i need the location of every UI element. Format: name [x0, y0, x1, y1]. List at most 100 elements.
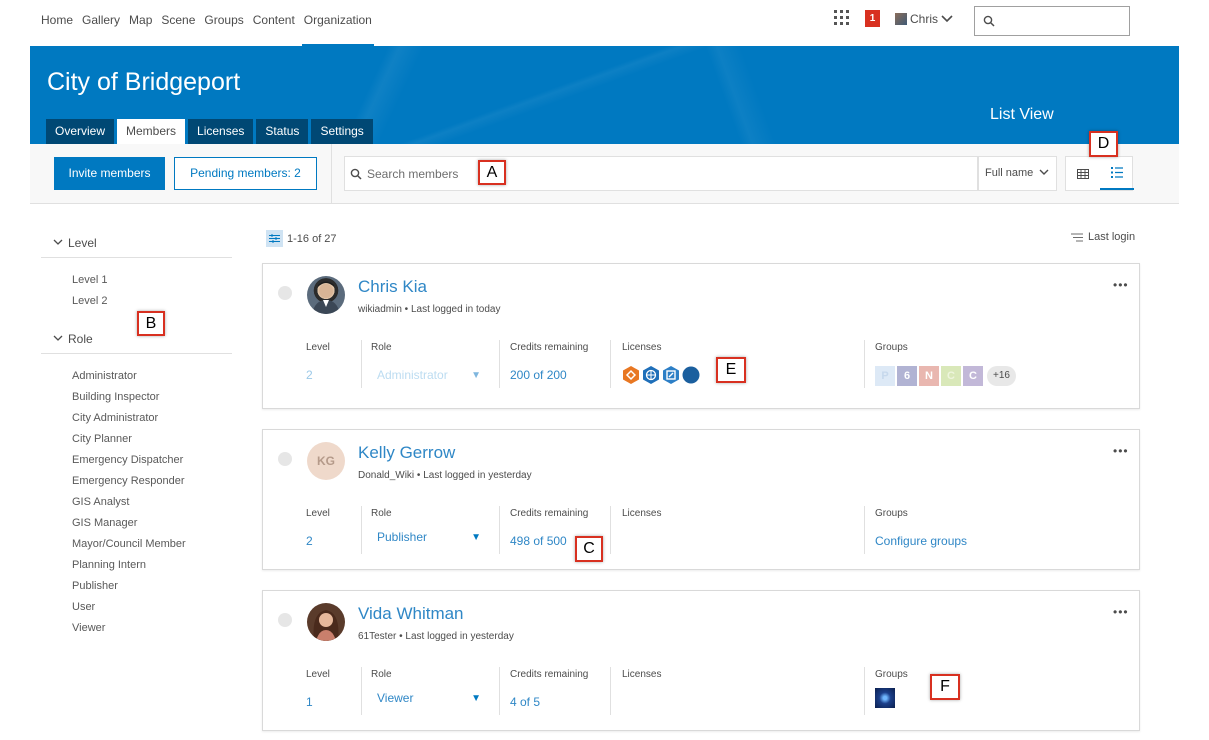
- group-thumbnail[interactable]: C: [941, 366, 961, 386]
- role-select[interactable]: Viewer ▼: [377, 691, 481, 705]
- group-thumbnail[interactable]: 6: [897, 366, 917, 386]
- tab-licenses[interactable]: Licenses: [188, 119, 254, 144]
- role-label: Role: [371, 669, 392, 680]
- org-title: City of Bridgeport: [47, 68, 241, 96]
- group-thumbnail[interactable]: P: [875, 366, 895, 386]
- column-divider: [610, 506, 611, 554]
- level-label: Level: [306, 508, 330, 519]
- field-maps-license-icon[interactable]: [622, 366, 640, 384]
- callout-b: B: [137, 311, 165, 336]
- facet-level-2[interactable]: Level 2: [72, 291, 232, 312]
- tab-settings[interactable]: Settings: [311, 119, 373, 144]
- members-toolbar: Invite members Pending members: 2 Full n…: [30, 144, 1179, 204]
- facet-role[interactable]: Planning Intern: [72, 555, 232, 576]
- configure-groups-link[interactable]: Configure groups: [875, 534, 1115, 548]
- facet-role[interactable]: Publisher: [72, 576, 232, 597]
- member-select-radio[interactable]: [278, 286, 292, 300]
- facet-role[interactable]: GIS Analyst: [72, 492, 232, 513]
- global-search-input[interactable]: [974, 6, 1130, 36]
- facet-role[interactable]: Emergency Dispatcher: [72, 450, 232, 471]
- list-view-button[interactable]: [1100, 157, 1134, 190]
- tab-members[interactable]: Members: [117, 119, 186, 144]
- credits-value[interactable]: 4 of 5: [510, 695, 610, 709]
- member-search-box[interactable]: [344, 156, 978, 191]
- credits-value[interactable]: 200 of 200: [510, 368, 610, 382]
- facet-role[interactable]: GIS Manager: [72, 513, 232, 534]
- member-search-input[interactable]: [367, 164, 567, 184]
- invite-members-button[interactable]: Invite members: [54, 157, 165, 190]
- groups-column: Groups: [875, 669, 1115, 724]
- role-select[interactable]: Publisher ▼: [377, 530, 481, 544]
- member-select-radio[interactable]: [278, 613, 292, 627]
- nav-links: Home Gallery Map Scene Groups Content Or…: [41, 13, 374, 46]
- more-options-icon[interactable]: •••: [1113, 444, 1129, 458]
- table-view-button[interactable]: [1066, 157, 1100, 190]
- nav-content[interactable]: Content: [253, 13, 295, 27]
- chevron-down-icon: [53, 335, 63, 341]
- group-thumbnail[interactable]: C: [963, 366, 983, 386]
- member-subtitle: Donald_Wiki • Last logged in yesterday: [358, 470, 532, 481]
- level-facet-header[interactable]: Level: [41, 228, 232, 258]
- facet-role[interactable]: Viewer: [72, 618, 232, 639]
- level-value: 2: [306, 534, 313, 548]
- app-launcher-icon[interactable]: [834, 10, 850, 26]
- group-thumbnail[interactable]: N: [919, 366, 939, 386]
- nav-organization[interactable]: Organization: [301, 13, 374, 46]
- facet-level-1[interactable]: Level 1: [72, 270, 232, 291]
- facet-role[interactable]: Administrator: [72, 366, 232, 387]
- groups-label: Groups: [875, 508, 908, 519]
- member-name[interactable]: Vida Whitman: [358, 604, 464, 624]
- groups-column: Groups Configure groups: [875, 508, 1115, 563]
- level-column: Level 2: [306, 508, 356, 563]
- member-card: KG Kelly Gerrow Donald_Wiki • Last logge…: [262, 429, 1140, 570]
- collector-license-icon[interactable]: [662, 366, 680, 384]
- nav-groups[interactable]: Groups: [204, 13, 243, 27]
- nav-map[interactable]: Map: [129, 13, 152, 27]
- user-menu[interactable]: Chris: [895, 12, 953, 26]
- credits-label: Credits remaining: [510, 508, 589, 519]
- sort-label: Last login: [1088, 231, 1136, 243]
- nav-home[interactable]: Home: [41, 13, 73, 27]
- search-field-select[interactable]: Full name: [978, 156, 1057, 191]
- member-card: Chris Kia wikiadmin • Last logged in tod…: [262, 263, 1140, 409]
- caret-down-icon: ▼: [471, 692, 481, 704]
- facet-role[interactable]: City Planner: [72, 429, 232, 450]
- nav-gallery[interactable]: Gallery: [82, 13, 120, 27]
- org-tabs: Overview Members Licenses Status Setting…: [46, 119, 373, 144]
- column-divider: [499, 340, 500, 388]
- avatar: KG: [307, 442, 345, 480]
- credits-column: Credits remaining 200 of 200: [510, 342, 610, 397]
- member-name[interactable]: Kelly Gerrow: [358, 443, 455, 463]
- filter-toggle-icon[interactable]: [266, 230, 283, 247]
- callout-e: E: [716, 357, 746, 383]
- sort-button[interactable]: Last login: [1071, 231, 1135, 243]
- more-options-icon[interactable]: •••: [1113, 605, 1129, 619]
- tab-status[interactable]: Status: [256, 119, 309, 144]
- group-thumbnails: P 6 N C C +16: [875, 366, 1115, 386]
- callout-a: A: [478, 160, 506, 185]
- facet-role[interactable]: City Administrator: [72, 408, 232, 429]
- column-divider: [499, 506, 500, 554]
- search-field-value: Full name: [985, 167, 1034, 179]
- chevron-down-icon: [53, 239, 63, 245]
- search-icon: [983, 15, 995, 27]
- nav-scene[interactable]: Scene: [161, 13, 195, 27]
- more-options-icon[interactable]: •••: [1113, 278, 1129, 292]
- facet-role[interactable]: User: [72, 597, 232, 618]
- role-column: Role Viewer ▼: [371, 669, 496, 724]
- facet-role[interactable]: Mayor/Council Member: [72, 534, 232, 555]
- globe-license-icon[interactable]: [642, 366, 660, 384]
- notification-badge[interactable]: 1: [865, 10, 880, 27]
- group-thumbnail[interactable]: [875, 688, 895, 708]
- member-name[interactable]: Chris Kia: [358, 277, 427, 297]
- level-label: Level: [306, 669, 330, 680]
- facet-role[interactable]: Building Inspector: [72, 387, 232, 408]
- tab-overview[interactable]: Overview: [46, 119, 115, 144]
- pending-members-button[interactable]: Pending members: 2: [174, 157, 317, 190]
- member-select-radio[interactable]: [278, 452, 292, 466]
- more-groups-badge[interactable]: +16: [987, 366, 1016, 386]
- caret-down-icon: ▼: [471, 369, 481, 381]
- user-avatar: [895, 13, 907, 25]
- circle-license-icon[interactable]: [682, 366, 700, 384]
- facet-role[interactable]: Emergency Responder: [72, 471, 232, 492]
